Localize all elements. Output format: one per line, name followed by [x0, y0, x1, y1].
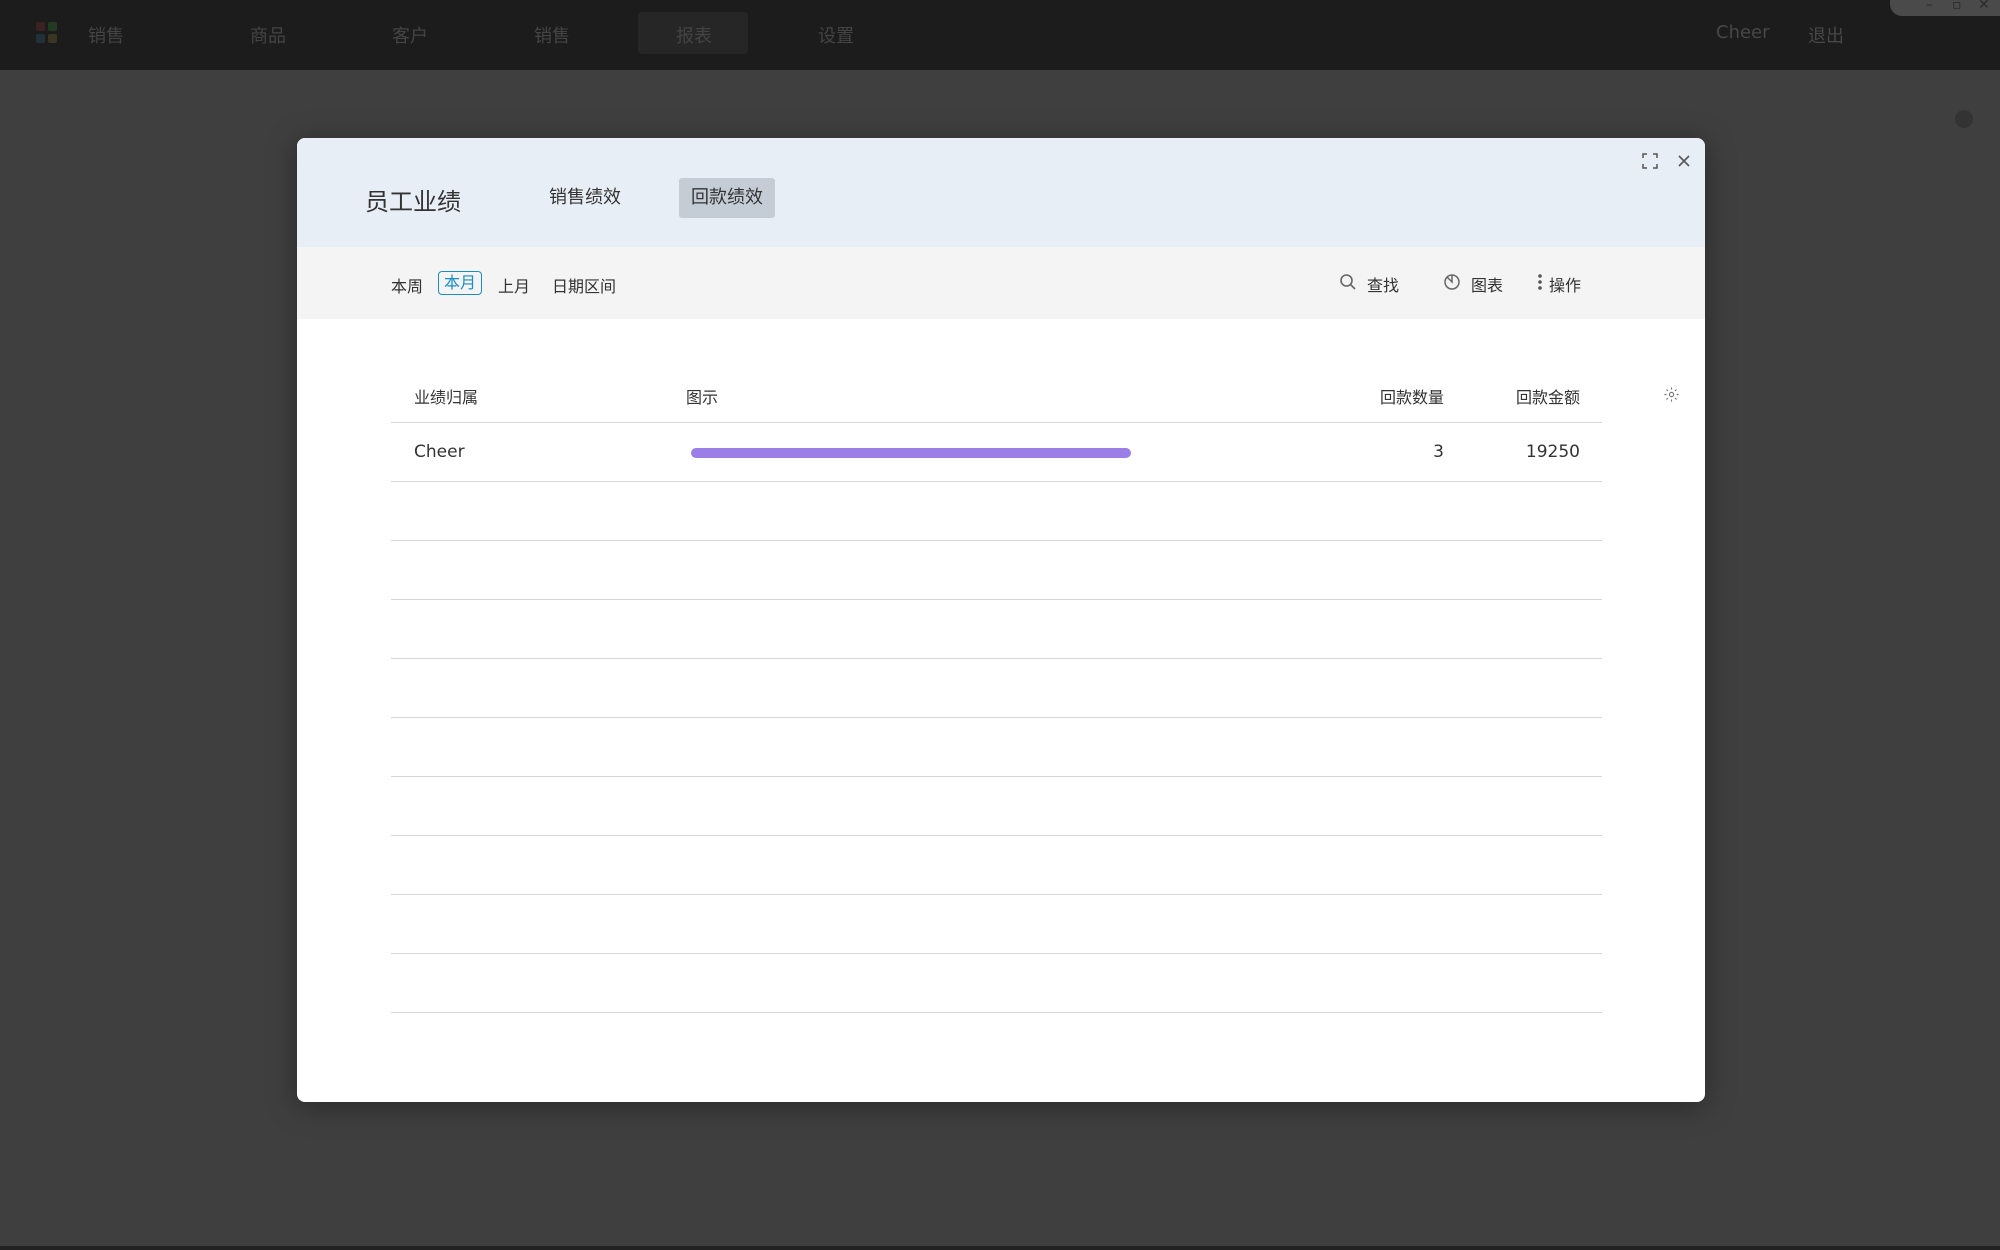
nav-item-sales[interactable]: 销售	[534, 22, 570, 48]
dialog-title: 员工业绩	[365, 188, 461, 216]
bottom-strip	[0, 1246, 2000, 1250]
row-payment-count: 3	[1433, 442, 1444, 462]
window-controls: – ▫ ✕	[1890, 0, 2000, 16]
search-icon	[1339, 273, 1357, 295]
table-row[interactable]: Cheer 3 19250	[391, 423, 1602, 482]
nav-item-customers[interactable]: 客户	[392, 22, 428, 48]
period-this-week[interactable]: 本周	[391, 273, 423, 297]
minimize-icon[interactable]: –	[1926, 0, 1933, 13]
window-close-icon[interactable]: ✕	[1978, 0, 1990, 13]
current-user[interactable]: Cheer	[1716, 22, 1770, 43]
table-header: 业绩归属 图示 回款数量 回款金额	[391, 364, 1679, 423]
fullscreen-icon[interactable]	[1637, 148, 1663, 174]
table-row-empty	[391, 895, 1602, 954]
logout-link[interactable]: 退出	[1808, 22, 1844, 48]
dialog-header: 员工业绩 销售绩效 回款绩效	[297, 138, 1705, 247]
filter-bar: 本周 本月 上月 日期区间 查找 图表 操作	[297, 247, 1705, 319]
search-label: 查找	[1367, 276, 1400, 295]
col-chart: 图示	[686, 388, 719, 407]
app-logo-icon	[36, 22, 58, 44]
performance-table: 业绩归属 图示 回款数量 回款金额 Cheer 3 19250	[391, 364, 1679, 1013]
table-row-empty	[391, 718, 1602, 777]
tab-sales-performance[interactable]: 销售绩效	[537, 178, 633, 218]
restore-icon[interactable]: ▫	[1952, 0, 1962, 13]
tab-payment-performance[interactable]: 回款绩效	[679, 178, 775, 218]
nav-item-settings[interactable]: 设置	[818, 22, 854, 48]
period-last-month[interactable]: 上月	[498, 273, 530, 297]
period-date-range[interactable]: 日期区间	[552, 273, 616, 297]
row-bar	[691, 448, 1131, 458]
table-row-empty	[391, 954, 1602, 1013]
row-bar-fill	[691, 448, 1131, 458]
nav-item-products[interactable]: 商品	[250, 22, 286, 48]
background-indicator	[1955, 110, 1973, 128]
table-row-empty	[391, 541, 1602, 600]
col-payment-amount: 回款金额	[1515, 388, 1580, 407]
row-payment-amount: 19250	[1525, 442, 1580, 462]
employee-performance-dialog: 员工业绩 销售绩效 回款绩效 本周 本月 上月 日期区间 查找 图表 操作 业绩…	[297, 138, 1705, 1102]
gear-icon[interactable]	[1663, 386, 1680, 407]
row-owner: Cheer	[414, 442, 465, 462]
chart-button[interactable]: 图表	[1443, 272, 1503, 296]
pie-chart-icon	[1443, 273, 1461, 295]
table-row-empty	[391, 777, 1602, 836]
app-top-bar: 销售 商品 客户 销售 报表 设置 Cheer 退出 – ▫ ✕	[0, 0, 2000, 70]
table-row-empty	[391, 659, 1602, 718]
nav-item-reports[interactable]: 报表	[676, 22, 712, 48]
table-row-empty	[391, 482, 1602, 541]
table-row-empty	[391, 836, 1602, 895]
col-owner: 业绩归属	[414, 388, 479, 407]
table-row-empty	[391, 600, 1602, 659]
col-payment-count: 回款数量	[1379, 388, 1444, 407]
more-vertical-icon	[1537, 273, 1543, 295]
app-brand: 销售	[88, 26, 124, 47]
chart-label: 图表	[1471, 276, 1504, 295]
actions-label: 操作	[1549, 276, 1582, 295]
period-this-month[interactable]: 本月	[438, 271, 483, 295]
search-button[interactable]: 查找	[1339, 272, 1399, 296]
close-icon[interactable]	[1671, 148, 1697, 174]
actions-button[interactable]: 操作	[1537, 272, 1581, 296]
